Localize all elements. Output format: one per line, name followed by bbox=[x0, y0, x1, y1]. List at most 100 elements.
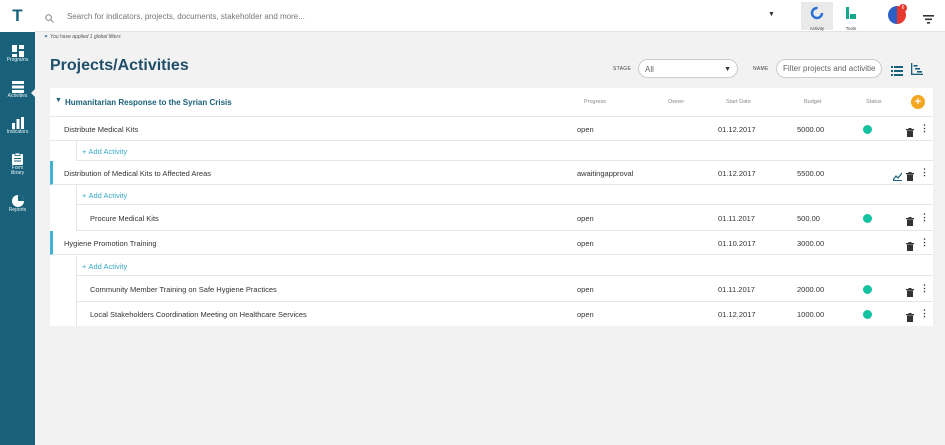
add-activity-row[interactable]: + Add Activity bbox=[76, 141, 933, 161]
tools-icon bbox=[846, 7, 856, 19]
top-bar: ▼ Activity Tools 6 bbox=[35, 0, 945, 32]
status-indicator bbox=[863, 310, 872, 319]
row-budget: 500.00 bbox=[797, 214, 820, 223]
sidebar-item-label: Programs bbox=[6, 57, 29, 63]
app-logo-text: T bbox=[12, 6, 23, 25]
list-icon bbox=[0, 76, 35, 94]
table-row[interactable]: Hygiene Promotion Training open 01.10.20… bbox=[50, 231, 933, 255]
delete-icon[interactable] bbox=[906, 168, 914, 186]
tools-button[interactable]: Tools bbox=[835, 2, 867, 31]
add-project-button[interactable]: + bbox=[911, 95, 925, 109]
more-options-icon[interactable]: ⋮ bbox=[920, 238, 929, 247]
delete-icon[interactable] bbox=[906, 213, 914, 231]
table-row[interactable]: Distribution of Medical Kits to Affected… bbox=[50, 161, 933, 185]
row-name[interactable]: Procure Medical Kits bbox=[90, 214, 159, 223]
name-label: NAME bbox=[753, 66, 769, 72]
list-view-icon[interactable] bbox=[891, 63, 903, 81]
row-name[interactable]: Distribution of Medical Kits to Affected… bbox=[64, 169, 211, 178]
delete-icon[interactable] bbox=[906, 309, 914, 327]
add-activity-link[interactable]: + Add Activity bbox=[82, 147, 127, 156]
sidebar-item-form-library[interactable]: Form library bbox=[0, 148, 35, 182]
filter-icon[interactable] bbox=[923, 11, 934, 29]
dashboard-icon bbox=[0, 40, 35, 58]
project-group-title[interactable]: Humanitarian Response to the Syrian Cris… bbox=[65, 98, 232, 107]
delete-icon[interactable] bbox=[906, 284, 914, 302]
global-filter-note[interactable]: ⏷ You have applied 1 global filters bbox=[44, 34, 121, 40]
row-progress: open bbox=[577, 285, 594, 294]
column-header-budget: Budget bbox=[804, 99, 822, 105]
activity-label: Activity bbox=[809, 26, 825, 31]
row-start-date: 01.12.2017 bbox=[718, 169, 756, 178]
row-progress: open bbox=[577, 214, 594, 223]
table-row[interactable]: Procure Medical Kits open 01.11.2017 500… bbox=[76, 205, 933, 231]
row-budget: 5500.00 bbox=[797, 169, 825, 178]
stage-select[interactable]: All ▼ bbox=[638, 59, 738, 78]
clipboard-icon bbox=[0, 148, 35, 166]
column-header-status: Status bbox=[866, 99, 882, 105]
add-activity-row[interactable]: + Add Activity bbox=[76, 256, 933, 276]
more-options-icon[interactable]: ⋮ bbox=[920, 168, 929, 177]
row-name[interactable]: Community Member Training on Safe Hygien… bbox=[90, 285, 277, 294]
row-name[interactable]: Distribute Medical Kits bbox=[64, 125, 138, 134]
row-start-date: 01.12.2017 bbox=[718, 125, 756, 134]
name-filter-input[interactable] bbox=[776, 59, 882, 78]
sidebar-item-reports[interactable]: Reports bbox=[0, 190, 35, 224]
search-icon bbox=[45, 10, 54, 28]
projects-table: ▼ Humanitarian Response to the Syrian Cr… bbox=[50, 88, 933, 327]
tools-label: Tools bbox=[845, 26, 857, 31]
delete-icon[interactable] bbox=[906, 238, 914, 256]
delete-icon[interactable] bbox=[906, 124, 914, 142]
row-start-date: 01.12.2017 bbox=[718, 310, 756, 319]
stage-select-value: All bbox=[645, 65, 654, 74]
more-options-icon[interactable]: ⋮ bbox=[920, 124, 929, 133]
filter-small-icon: ⏷ bbox=[44, 34, 49, 40]
global-search-input[interactable] bbox=[67, 8, 767, 24]
chevron-down-icon[interactable]: ▼ bbox=[768, 11, 775, 18]
row-budget: 1000.00 bbox=[797, 310, 825, 319]
row-start-date: 01.11.2017 bbox=[718, 285, 755, 294]
add-activity-label: Add Activity bbox=[88, 147, 128, 156]
chevron-down-icon[interactable]: ▼ bbox=[55, 97, 62, 104]
row-budget: 3000.00 bbox=[797, 239, 825, 248]
column-header-start-date: Start Date bbox=[726, 99, 751, 105]
sidebar-item-programs[interactable]: Programs bbox=[0, 40, 35, 74]
activity-button[interactable]: Activity bbox=[801, 2, 833, 31]
sidebar-item-label: Form library bbox=[10, 165, 25, 176]
project-group-header[interactable]: ▼ Humanitarian Response to the Syrian Cr… bbox=[50, 88, 933, 117]
row-budget: 5000.00 bbox=[797, 125, 825, 134]
table-row[interactable]: Community Member Training on Safe Hygien… bbox=[76, 276, 933, 302]
more-options-icon[interactable]: ⋮ bbox=[920, 213, 929, 222]
pie-chart-icon bbox=[0, 190, 35, 208]
table-row[interactable]: Distribute Medical Kits open 01.12.2017 … bbox=[50, 117, 933, 141]
table-row[interactable]: Local Stakeholders Coordination Meeting … bbox=[76, 301, 933, 327]
row-name[interactable]: Local Stakeholders Coordination Meeting … bbox=[90, 310, 307, 319]
row-progress: awaitingapproval bbox=[577, 169, 634, 178]
app-logo[interactable]: T bbox=[0, 0, 35, 32]
column-header-progress: Progress bbox=[584, 99, 607, 105]
chevron-down-icon: ▼ bbox=[724, 66, 731, 73]
global-filter-note-text: You have applied 1 global filters bbox=[50, 34, 121, 40]
sidebar-item-activities[interactable]: Activities bbox=[0, 76, 35, 110]
gantt-view-icon[interactable] bbox=[911, 62, 923, 80]
sidebar-item-label: Indicators bbox=[6, 129, 29, 135]
notification-badge: 6 bbox=[899, 4, 907, 12]
row-start-date: 01.10.2017 bbox=[718, 239, 756, 248]
sidebar-item-label: Reports bbox=[8, 207, 27, 213]
add-activity-row[interactable]: + Add Activity bbox=[76, 185, 933, 205]
sidebar-item-label: Activities bbox=[7, 93, 28, 99]
column-header-owner: Owner bbox=[668, 99, 685, 105]
status-indicator bbox=[863, 214, 872, 223]
status-indicator bbox=[863, 285, 872, 294]
bar-chart-icon bbox=[0, 112, 35, 130]
chart-line-icon[interactable] bbox=[892, 168, 903, 186]
row-name[interactable]: Hygiene Promotion Training bbox=[64, 239, 157, 248]
more-options-icon[interactable]: ⋮ bbox=[920, 284, 929, 293]
sidebar: T Programs Activities Indicators Form li… bbox=[0, 0, 35, 445]
add-activity-link[interactable]: + Add Activity bbox=[82, 191, 127, 200]
activity-icon bbox=[810, 6, 824, 20]
sidebar-item-indicators[interactable]: Indicators bbox=[0, 112, 35, 146]
more-options-icon[interactable]: ⋮ bbox=[920, 309, 929, 318]
row-start-date: 01.11.2017 bbox=[718, 214, 755, 223]
stage-label: STAGE bbox=[613, 66, 632, 72]
add-activity-link[interactable]: + Add Activity bbox=[82, 262, 127, 271]
